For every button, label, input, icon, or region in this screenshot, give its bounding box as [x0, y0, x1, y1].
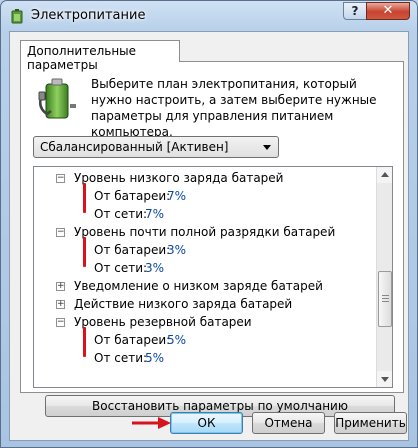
- tree-item-label: От сети:: [94, 261, 148, 275]
- collapse-icon[interactable]: −: [56, 174, 65, 183]
- tree-item-label: Уведомление о низком заряде батарей: [74, 279, 323, 293]
- setting-value-link[interactable]: 3%: [145, 259, 164, 277]
- power-plan-battery-icon: [38, 78, 76, 119]
- setting-value-link[interactable]: 3%: [167, 241, 186, 259]
- help-button[interactable]: ?: [343, 2, 367, 20]
- setting-value-link[interactable]: 5%: [167, 331, 186, 349]
- description-text: Выберите план электропитания, который ну…: [91, 77, 377, 139]
- tree-item-label: От батареи:: [94, 333, 171, 347]
- scrollbar-thumb[interactable]: [378, 271, 392, 327]
- tree-item-label: От сети:: [94, 351, 148, 365]
- tab-advanced-settings[interactable]: Дополнительные параметры: [20, 40, 180, 72]
- tree-item-label: От батареи:: [94, 243, 171, 257]
- collapse-icon[interactable]: −: [56, 318, 65, 327]
- scroll-down-button[interactable]: [377, 371, 392, 387]
- scroll-up-button[interactable]: [377, 167, 392, 183]
- tab-panel: Выберите план электропитания, который ну…: [20, 61, 404, 417]
- window-title: Электропитание: [31, 8, 146, 23]
- battery-icon: [11, 9, 23, 24]
- cancel-button[interactable]: Отмена: [252, 412, 325, 434]
- collapse-icon[interactable]: −: [56, 228, 65, 237]
- tree-item-low-battery-action[interactable]: + Действие низкого заряда батарей: [34, 295, 377, 313]
- annotation-mark: [83, 237, 86, 267]
- dropdown-arrow-icon: [263, 145, 271, 150]
- red-arrow-icon: [132, 417, 171, 429]
- settings-tree[interactable]: − Уровень низкого заряда батарей От бата…: [33, 166, 393, 388]
- annotation-mark: [83, 327, 86, 357]
- power-plan-dropdown[interactable]: Сбалансированный [Активен]: [33, 136, 279, 158]
- power-options-window: Электропитание ? ✕ Дополнительные параме…: [0, 0, 418, 448]
- settings-tree-content: − Уровень низкого заряда батарей От бата…: [34, 167, 377, 387]
- tree-item-label: От сети:: [94, 207, 148, 221]
- grip-line: [382, 298, 389, 299]
- title-bar[interactable]: Электропитание ? ✕: [1, 1, 417, 31]
- tree-item-label: Уровень резервной батареи: [74, 315, 252, 329]
- tree-item-label: Действие низкого заряда батарей: [74, 297, 293, 311]
- arrow-down-icon: [381, 377, 389, 382]
- close-button[interactable]: ✕: [366, 2, 410, 20]
- annotation-mark: [83, 183, 86, 213]
- setting-value-link[interactable]: 5%: [145, 349, 164, 367]
- ok-button[interactable]: ОК: [170, 412, 243, 434]
- vertical-scrollbar[interactable]: [376, 167, 392, 387]
- power-plan-value: Сбалансированный [Активен]: [40, 140, 229, 154]
- tree-item-label: От батареи:: [94, 189, 171, 203]
- tree-item-label: Уровень почти полной разрядки батарей: [74, 225, 336, 239]
- apply-button[interactable]: Применить: [334, 412, 407, 434]
- tree-item-low-battery-notification[interactable]: + Уведомление о низком заряде батарей: [34, 277, 377, 295]
- setting-value-link[interactable]: 7%: [167, 187, 186, 205]
- setting-value-link[interactable]: 7%: [145, 205, 164, 223]
- grip-line: [382, 295, 389, 296]
- arrow-up-icon: [381, 172, 389, 177]
- tree-item-label: Уровень низкого заряда батарей: [74, 171, 284, 185]
- expand-icon[interactable]: +: [56, 282, 65, 291]
- grip-line: [382, 301, 389, 302]
- expand-icon[interactable]: +: [56, 300, 65, 309]
- dialog-client-area: Дополнительные параметры Выберите план э…: [9, 31, 409, 441]
